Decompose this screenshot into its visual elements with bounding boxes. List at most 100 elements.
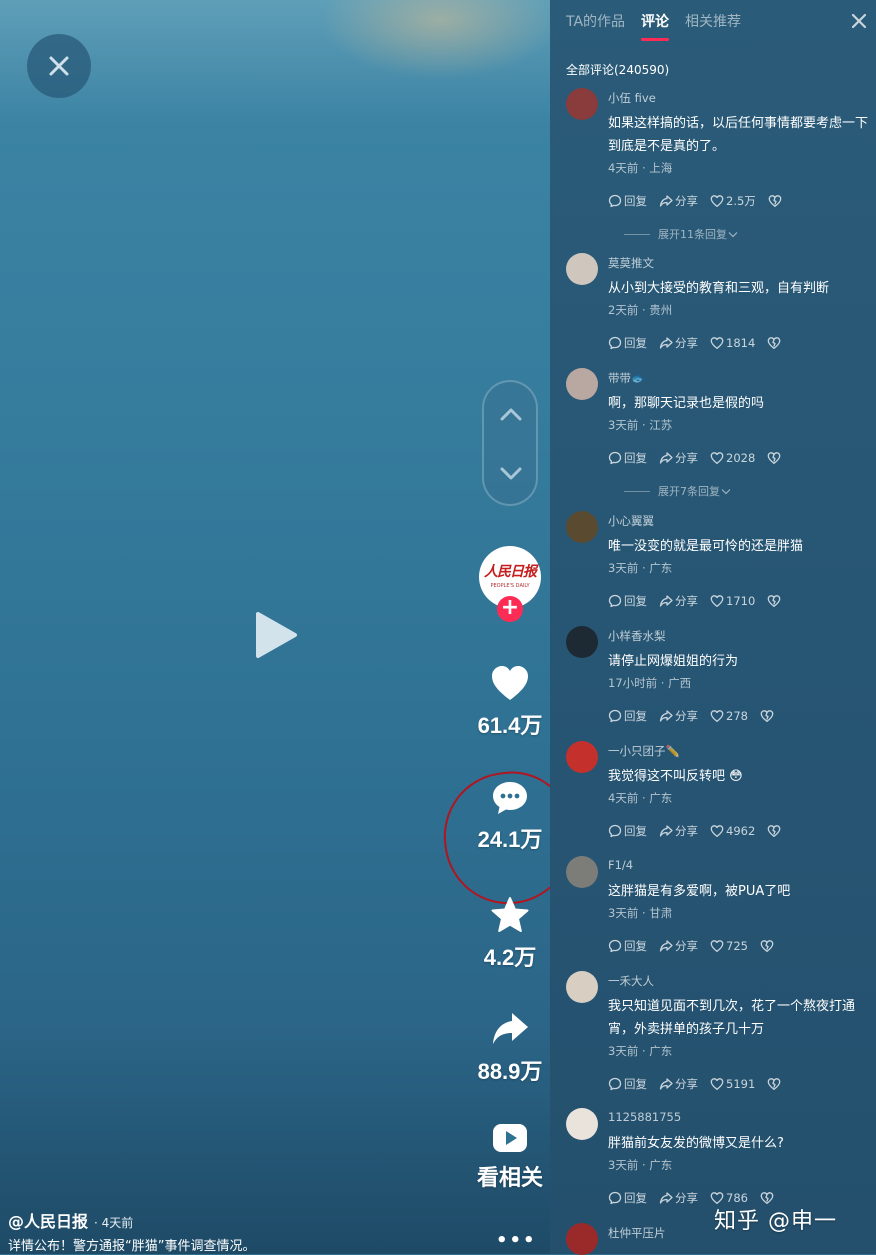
comment-actions: 回复 分享 2.5万 bbox=[608, 193, 796, 209]
reply-button[interactable]: 回复 bbox=[608, 823, 647, 839]
tab-related[interactable]: 相关推荐 bbox=[685, 11, 741, 41]
related-button[interactable]: 看相关 bbox=[460, 1122, 550, 1192]
comment-share-button[interactable]: 分享 bbox=[659, 823, 698, 839]
expand-replies[interactable]: 展开11条回复 bbox=[624, 226, 739, 242]
expand-replies[interactable]: 展开7条回复 bbox=[624, 483, 732, 499]
reply-label: 回复 bbox=[624, 336, 647, 350]
dislike-button[interactable] bbox=[767, 824, 783, 838]
comment-actions: 回复 分享 2028 bbox=[608, 450, 795, 466]
comment-like-button[interactable]: 1710 bbox=[710, 594, 755, 608]
reply-button[interactable]: 回复 bbox=[608, 193, 647, 209]
dislike-button[interactable] bbox=[767, 594, 783, 608]
close-video-button[interactable] bbox=[27, 34, 91, 98]
comment-like-button[interactable]: 278 bbox=[710, 709, 748, 723]
comment-share-button[interactable]: 分享 bbox=[659, 593, 698, 609]
commenter-avatar[interactable] bbox=[566, 741, 598, 773]
comment-share-button[interactable]: 分享 bbox=[659, 193, 698, 209]
reply-button[interactable]: 回复 bbox=[608, 708, 647, 724]
comment-share-button[interactable]: 分享 bbox=[659, 1190, 698, 1206]
commenter-name[interactable]: 小心翼翼 bbox=[608, 513, 654, 529]
commenter-avatar[interactable] bbox=[566, 368, 598, 400]
close-icon[interactable] bbox=[850, 12, 868, 30]
commenter-avatar[interactable] bbox=[566, 511, 598, 543]
comment-like-button[interactable]: 4962 bbox=[710, 824, 755, 838]
dislike-button[interactable] bbox=[767, 1077, 783, 1091]
comment-actions: 回复 分享 4962 bbox=[608, 823, 795, 839]
comment-like-button[interactable]: 725 bbox=[710, 939, 748, 953]
video-play-icon bbox=[493, 1124, 527, 1152]
commenter-avatar[interactable] bbox=[566, 1108, 598, 1140]
dislike-button[interactable] bbox=[767, 451, 783, 465]
broken-heart-icon bbox=[767, 337, 781, 349]
chevron-up-icon[interactable] bbox=[498, 402, 524, 428]
chevron-down-icon[interactable] bbox=[498, 460, 524, 486]
comment-text: 我觉得这不叫反转吧 😳 bbox=[608, 769, 743, 784]
heart-icon bbox=[710, 940, 724, 952]
reply-label: 回复 bbox=[624, 709, 647, 723]
dislike-button[interactable] bbox=[767, 336, 783, 350]
comment-like-button[interactable]: 2.5万 bbox=[710, 193, 756, 209]
reply-label: 回复 bbox=[624, 594, 647, 608]
commenter-avatar[interactable] bbox=[566, 88, 598, 120]
commenter-avatar[interactable] bbox=[566, 253, 598, 285]
like-count: 61.4万 bbox=[477, 713, 543, 738]
comment-like-count: 4962 bbox=[726, 824, 756, 838]
dislike-button[interactable] bbox=[760, 939, 776, 953]
favorite-button[interactable]: 4.2万 bbox=[460, 896, 550, 972]
comment-like-count: 2.5万 bbox=[726, 194, 756, 208]
comment-text: 唯一没变的就是最可怜的还是胖猫 bbox=[608, 539, 804, 554]
reply-label: 回复 bbox=[624, 451, 647, 465]
commenter-name[interactable]: 杜仲平压片 bbox=[608, 1225, 666, 1241]
play-icon[interactable] bbox=[254, 611, 298, 659]
comment-share-button[interactable]: 分享 bbox=[659, 938, 698, 954]
share-icon bbox=[659, 195, 673, 207]
close-icon bbox=[49, 56, 69, 76]
reply-label: 回复 bbox=[624, 194, 647, 208]
comment-share-button[interactable]: 分享 bbox=[659, 335, 698, 351]
share-icon bbox=[659, 337, 673, 349]
commenter-name[interactable]: 莫莫推文 bbox=[608, 255, 654, 271]
more-options[interactable]: ••• bbox=[496, 1230, 537, 1251]
commenter-avatar[interactable] bbox=[566, 1223, 598, 1255]
comment-share-button[interactable]: 分享 bbox=[659, 1076, 698, 1092]
dislike-button[interactable] bbox=[760, 709, 776, 723]
reply-button[interactable]: 回复 bbox=[608, 593, 647, 609]
commenter-name[interactable]: 小伍 five bbox=[608, 90, 656, 106]
broken-heart-icon bbox=[767, 595, 781, 607]
commenter-name[interactable]: 小样香水梨 bbox=[608, 628, 666, 644]
share-icon bbox=[659, 1078, 673, 1090]
follow-button[interactable]: + bbox=[497, 596, 523, 622]
reply-button[interactable]: 回复 bbox=[608, 1190, 647, 1206]
author-name[interactable]: @人民日报 bbox=[8, 1212, 88, 1231]
broken-heart-icon bbox=[767, 452, 781, 464]
comment-like-button[interactable]: 5191 bbox=[710, 1077, 755, 1091]
commenter-name[interactable]: 带带🐟 bbox=[608, 370, 645, 386]
dislike-button[interactable] bbox=[768, 194, 784, 208]
reply-label: 回复 bbox=[624, 939, 647, 953]
reply-button[interactable]: 回复 bbox=[608, 1076, 647, 1092]
comment-share-button[interactable]: 分享 bbox=[659, 450, 698, 466]
comment-share-button[interactable]: 分享 bbox=[659, 708, 698, 724]
share-label: 分享 bbox=[675, 1191, 698, 1205]
reply-icon bbox=[608, 336, 622, 350]
avatar-logo-text: 人民日报 bbox=[484, 564, 537, 580]
chevron-down-icon bbox=[728, 232, 738, 238]
commenter-name[interactable]: 一小只团子✏️ bbox=[608, 743, 680, 759]
commenter-name[interactable]: F1/4 bbox=[608, 858, 633, 872]
like-button[interactable]: 61.4万 bbox=[460, 664, 550, 740]
commenter-avatar[interactable] bbox=[566, 856, 598, 888]
reply-button[interactable]: 回复 bbox=[608, 938, 647, 954]
commenter-name[interactable]: 一禾大人 bbox=[608, 973, 654, 989]
comment-like-button[interactable]: 2028 bbox=[710, 451, 755, 465]
star-icon bbox=[491, 897, 529, 932]
commenter-avatar[interactable] bbox=[566, 971, 598, 1003]
tab-comments[interactable]: 评论 bbox=[641, 11, 670, 41]
commenter-name[interactable]: 1125881755 bbox=[608, 1110, 681, 1124]
reply-button[interactable]: 回复 bbox=[608, 450, 647, 466]
video-player[interactable]: 人民日报 PEOPLE'S DAILY + 61.4万 24.1万 4.2万 8… bbox=[0, 0, 550, 1254]
reply-button[interactable]: 回复 bbox=[608, 335, 647, 351]
comment-like-button[interactable]: 1814 bbox=[710, 336, 755, 350]
commenter-avatar[interactable] bbox=[566, 626, 598, 658]
share-button[interactable]: 88.9万 bbox=[460, 1010, 550, 1086]
tab-works[interactable]: TA的作品 bbox=[566, 11, 625, 41]
